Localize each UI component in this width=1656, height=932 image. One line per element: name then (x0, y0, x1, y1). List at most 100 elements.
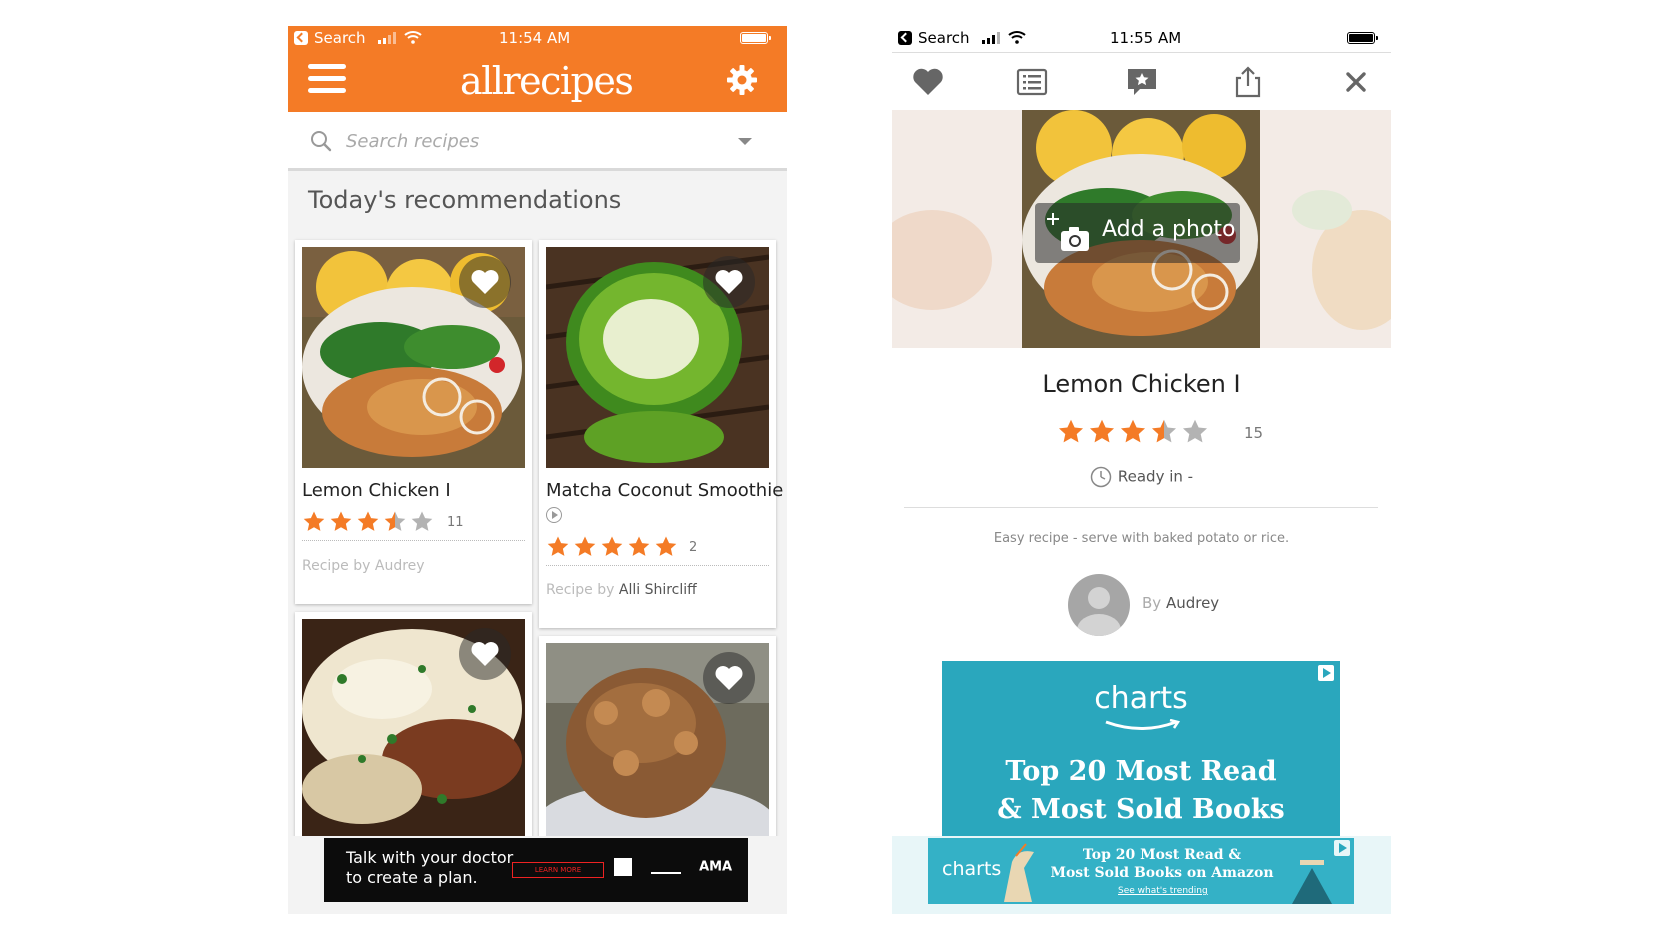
ad-choices-icon[interactable] (1318, 665, 1334, 681)
half-star-icon (1151, 419, 1177, 443)
status-bar: Search 11:55 AM (892, 26, 1391, 53)
author-name[interactable]: Alli Shircliff (619, 582, 697, 598)
video-play-icon[interactable] (546, 507, 562, 523)
back-to-search-link[interactable]: Search (918, 29, 970, 47)
ad-text: Talk with your doctor to create a plan. (346, 848, 513, 888)
star-rating (546, 535, 678, 559)
recipe-toolbar (892, 54, 1391, 110)
star-rating (302, 510, 434, 534)
heart-icon[interactable] (910, 64, 946, 100)
recipe-card-matcha-smoothie[interactable]: Matcha Coconut Smoothie 2 Recipe by Alli… (539, 240, 783, 628)
recipe-byline: Recipe by Alli Shircliff (546, 582, 697, 598)
recipe-name[interactable]: Matcha Coconut Smoothie (546, 480, 783, 501)
ad-learn-more-button[interactable]: LEARN MORE (512, 862, 604, 878)
search-icon (311, 131, 332, 152)
recipe-card-cauliflower[interactable] (539, 636, 776, 856)
star-rating[interactable] (1057, 418, 1209, 446)
review-count: 2 (689, 540, 698, 555)
search-input[interactable] (344, 126, 728, 156)
ready-in: Ready in - (892, 466, 1391, 488)
divider (546, 565, 769, 566)
star-icon (655, 536, 677, 556)
recipe-hero-image[interactable]: Add a photo (892, 110, 1391, 348)
clock: 11:55 AM (1110, 29, 1182, 47)
ad-banner-charts-small[interactable]: charts Top 20 Most Read & Most Sold Book… (928, 838, 1354, 904)
star-icon (357, 511, 379, 531)
amazon-smile-icon (1105, 719, 1181, 730)
left-phone-screen: Search 11:54 AM allrecipes Search recipe… (288, 26, 787, 914)
author-name[interactable]: Audrey (375, 558, 425, 574)
ad-banner-charts[interactable]: charts Top 20 Most Read & Most Sold Book… (942, 661, 1340, 841)
recipe-name[interactable]: Lemon Chicken I (302, 480, 451, 501)
star-icon (1089, 419, 1115, 443)
avatar[interactable] (1068, 574, 1130, 636)
review-count: 11 (447, 515, 464, 530)
ad-headline: Top 20 Most Read & Most Sold Books (942, 753, 1340, 829)
favorite-heart-icon[interactable] (703, 652, 755, 704)
ad-headline-line: Most Sold Books on Amazon (1050, 865, 1274, 881)
ad-headline-line: Top 20 Most Read & (1082, 847, 1242, 863)
ad-text-line: to create a plan. (346, 868, 478, 887)
ad-council-logo (614, 858, 632, 876)
signal-icon (378, 32, 400, 44)
battery-icon (1347, 32, 1378, 44)
settings-gear-icon[interactable] (726, 64, 758, 96)
close-icon[interactable] (1338, 64, 1374, 100)
author-byline: By Audrey (1142, 594, 1219, 612)
list-icon[interactable] (1014, 64, 1050, 100)
recipe-card-lasagna[interactable] (295, 612, 532, 852)
ad-headline: Top 20 Most Read & Most Sold Books on Am… (1042, 846, 1282, 882)
status-bar: Search 11:54 AM (288, 26, 787, 50)
favorite-heart-icon[interactable] (459, 256, 511, 308)
review-count[interactable]: 15 (1244, 424, 1263, 442)
byline-prefix: Recipe by (546, 582, 615, 598)
ad-brand: charts (942, 858, 1002, 880)
recipe-title: Lemon Chicken I (1042, 370, 1241, 398)
search-bar (288, 112, 787, 171)
ad-logos: AMA (614, 858, 732, 876)
ad-text-line: Talk with your doctor (346, 848, 514, 867)
wifi-icon (404, 31, 422, 44)
back-to-search-link[interactable]: Search (314, 29, 366, 47)
plane-illustration-icon (1292, 860, 1332, 904)
recipe-description: Easy recipe - serve with baked potato or… (993, 531, 1290, 546)
ready-in-label: Ready in - (1117, 467, 1194, 486)
right-phone-screen: Search 11:55 AM Add a photo Lemon Chicke… (892, 26, 1391, 914)
ad-banner[interactable]: Talk with your doctor to create a plan. … (324, 838, 748, 902)
star-icon (547, 536, 569, 556)
recipe-card-lemon-chicken[interactable]: Lemon Chicken I 11 Recipe by Audrey (295, 240, 532, 604)
ad-headline-line: & Most Sold Books (997, 794, 1285, 825)
recipe-byline: Recipe by Audrey (302, 558, 425, 574)
review-icon[interactable] (1124, 64, 1160, 100)
star-icon (628, 536, 650, 556)
star-icon (1120, 419, 1146, 443)
ad-headline-line: Top 20 Most Read (1005, 756, 1277, 787)
ad-brand: charts (1094, 681, 1188, 716)
clock: 11:54 AM (499, 29, 571, 47)
search-options-chevron-down-icon[interactable] (738, 138, 752, 145)
star-icon (574, 536, 596, 556)
clock-icon (1090, 466, 1112, 488)
add-camera-icon (1047, 213, 1089, 251)
add-photo-label: Add a photo (1102, 217, 1236, 242)
author-name[interactable]: Audrey (1166, 594, 1219, 612)
star-icon (330, 511, 352, 531)
back-arrow-icon[interactable] (898, 31, 912, 45)
favorite-heart-icon[interactable] (703, 256, 755, 308)
heart-association-logo (650, 860, 681, 874)
divider (302, 540, 525, 541)
battery-icon (740, 32, 771, 44)
star-icon (303, 511, 325, 531)
menu-icon[interactable] (308, 62, 348, 96)
back-arrow-icon[interactable] (294, 31, 308, 45)
by-prefix: By (1142, 594, 1162, 612)
ad-link[interactable]: See what's trending (1118, 886, 1208, 896)
share-icon[interactable] (1230, 64, 1266, 100)
byline-prefix: Recipe by (302, 558, 371, 574)
signal-icon (982, 32, 1004, 44)
ama-logo: AMA (699, 859, 733, 875)
favorite-heart-icon[interactable] (459, 628, 511, 680)
empty-star-icon (411, 511, 433, 531)
star-icon (1058, 419, 1084, 443)
add-photo-button[interactable]: Add a photo (1035, 203, 1240, 263)
